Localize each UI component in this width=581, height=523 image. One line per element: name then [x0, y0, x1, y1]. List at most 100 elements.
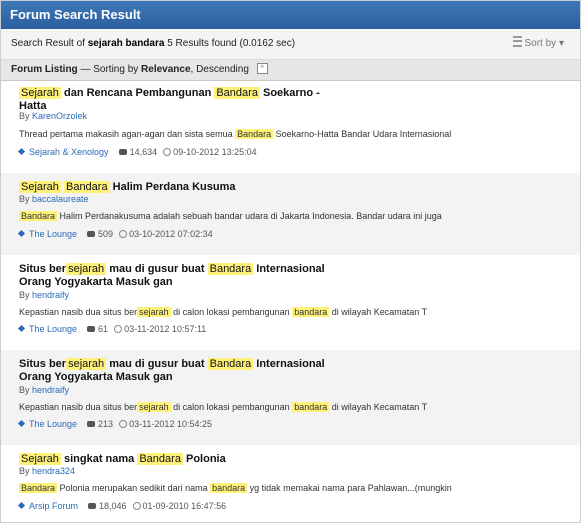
by-label: By: [19, 111, 33, 121]
tag-icon: [17, 147, 26, 156]
search-highlight: sejarah: [137, 307, 171, 317]
forum-link[interactable]: Arsip Forum: [29, 501, 78, 511]
result-item: Sejarah singkat nama Bandara Polonia By h…: [1, 445, 580, 522]
forum-link[interactable]: The Lounge: [29, 324, 77, 334]
author-link[interactable]: baccalaureate: [32, 194, 89, 204]
collapse-icon[interactable]: ^: [256, 62, 268, 74]
text-segment: Situs ber: [19, 263, 67, 275]
result-meta: The Lounge 509 03-10-2012 07:02:34: [17, 229, 213, 239]
sorting-prefix: — Sorting by: [80, 64, 139, 75]
text-segment: di calon lokasi pembangunan: [170, 402, 293, 412]
forum-link[interactable]: The Lounge: [29, 419, 77, 429]
comment-icon: [87, 326, 96, 332]
clock-icon: [163, 148, 172, 156]
result-meta: The Lounge 213 03-11-2012 10:54:25: [17, 419, 212, 429]
results-count: 5 Results found (0.0162 sec): [167, 38, 296, 49]
search-highlight: Sejarah: [19, 87, 61, 99]
post-date: 03-10-2012 07:02:34: [129, 229, 213, 239]
clock-icon: [119, 420, 128, 428]
by-label: By: [19, 385, 33, 395]
text-segment: di wilayah Kecamatan T: [329, 402, 428, 412]
post-date: 01-09-2010 16:47:56: [142, 501, 227, 511]
text-segment: Soekarno -: [259, 87, 320, 99]
result-snippet: Thread pertama makasih agan-agan dan sis…: [19, 129, 451, 139]
search-highlight: sejarah: [66, 358, 107, 370]
author-link[interactable]: hendraify: [32, 290, 69, 300]
summary-prefix: Search Result of: [11, 38, 85, 49]
search-highlight: Sejarah: [19, 181, 61, 193]
text-segment: Orang Yogyakarta Masuk gan: [19, 371, 173, 383]
search-highlight: bandara: [210, 483, 248, 493]
text-segment: Situs ber: [19, 358, 67, 370]
search-highlight: Bandara: [19, 483, 58, 493]
search-highlight: Sejarah: [19, 453, 61, 465]
author-link[interactable]: hendra324: [32, 466, 75, 476]
result-item: Sejarah dan Rencana Pembangunan Bandara …: [1, 81, 580, 174]
text-segment: Polonia merupakan sedikit dari nama: [57, 483, 211, 493]
tag-icon: [17, 229, 26, 238]
post-date: 03-11-2012 10:57:11: [124, 324, 207, 334]
search-highlight: bandara: [292, 307, 330, 317]
search-highlight: Bandara: [137, 453, 183, 465]
text-segment: mau di gusur buat: [106, 358, 208, 370]
search-highlight: sejarah: [137, 402, 171, 412]
search-query: sejarah bandara: [87, 38, 165, 49]
author-link[interactable]: KarenOrzolek: [32, 111, 87, 121]
list-icon: [512, 36, 522, 47]
result-author-line: By hendra324: [19, 466, 75, 476]
result-title-link[interactable]: Situs ber sejarah mau di gusur buat Banda…: [19, 263, 349, 289]
clock-icon: [114, 325, 123, 333]
text-segment: Kepastian nasib dua situs ber: [19, 307, 138, 317]
clock-icon: [119, 230, 128, 238]
text-segment: singkat nama: [60, 453, 138, 465]
reply-count: 61: [98, 324, 109, 334]
search-highlight: Bandara: [63, 181, 110, 193]
result-title-link[interactable]: Sejarah singkat nama Bandara Polonia: [19, 453, 349, 466]
result-title-link[interactable]: Sejarah Bandara Halim Perdana Kusuma: [19, 181, 349, 194]
sort-field: Relevance: [141, 64, 191, 75]
comment-icon: [118, 149, 127, 155]
search-summary: Search Result of sejarah bandara 5 Resul…: [1, 29, 580, 60]
forum-link[interactable]: The Lounge: [29, 229, 77, 239]
search-highlight: Bandara: [214, 87, 260, 99]
text-segment: Polonia: [182, 453, 226, 465]
result-author-line: By KarenOrzolek: [19, 111, 87, 121]
search-highlight: bandara: [292, 402, 330, 412]
result-meta: Arsip Forum 18,046 01-09-2010 16:47:56: [17, 501, 227, 511]
result-snippet: Bandara Polonia merupakan sedikit dari n…: [19, 483, 452, 493]
result-title-link[interactable]: Sejarah dan Rencana Pembangunan Bandara …: [19, 87, 349, 113]
search-highlight: Bandara: [19, 211, 58, 221]
by-label: By: [19, 290, 33, 300]
search-highlight: Bandara: [207, 263, 254, 275]
text-segment: yg tidak memakai nama para Pahlawan...(m…: [247, 483, 452, 493]
text-segment: Kepastian nasib dua situs ber: [19, 402, 138, 412]
forum-listing-bar: Forum Listing — Sorting by Relevance, De…: [1, 60, 580, 81]
reply-count: 18,046: [99, 501, 127, 511]
author-link[interactable]: hendraify: [32, 385, 69, 395]
by-label: By: [19, 194, 33, 204]
post-date: 09-10-2012 13:25:04: [173, 147, 257, 157]
clock-icon: [132, 502, 141, 510]
comment-icon: [87, 231, 96, 237]
result-snippet: Bandara Halim Perdanakusuma adalah sebua…: [19, 211, 442, 221]
text-segment: Soekarno-Hatta Bandar Udara Internasiona…: [273, 129, 452, 139]
reply-count: 14,634: [129, 147, 158, 157]
comment-icon: [87, 421, 96, 427]
sort-by-button[interactable]: Sort by ▾: [512, 29, 564, 59]
tag-icon: [17, 324, 26, 333]
sort-by-label: Sort by: [524, 38, 557, 49]
tag-icon: [17, 419, 26, 428]
text-segment: Internasional: [253, 263, 325, 275]
result-item: Sejarah Bandara Halim Perdana Kusuma By b…: [1, 173, 580, 256]
forum-link[interactable]: Sejarah & Xenology: [29, 147, 109, 157]
text-segment: di wilayah Kecamatan T: [329, 307, 428, 317]
result-author-line: By hendraify: [19, 385, 69, 395]
result-item: Situs ber sejarah mau di gusur buat Banda…: [1, 350, 580, 446]
post-date: 03-11-2012 10:54:25: [129, 419, 212, 429]
search-highlight: Bandara: [235, 129, 274, 139]
result-title-link[interactable]: Situs ber sejarah mau di gusur buat Banda…: [19, 358, 349, 384]
comment-icon: [88, 503, 97, 509]
result-meta: Sejarah & Xenology 14,634 09-10-2012 13:25…: [17, 147, 257, 157]
by-label: By: [19, 466, 33, 476]
result-author-line: By baccalaureate: [19, 194, 89, 204]
